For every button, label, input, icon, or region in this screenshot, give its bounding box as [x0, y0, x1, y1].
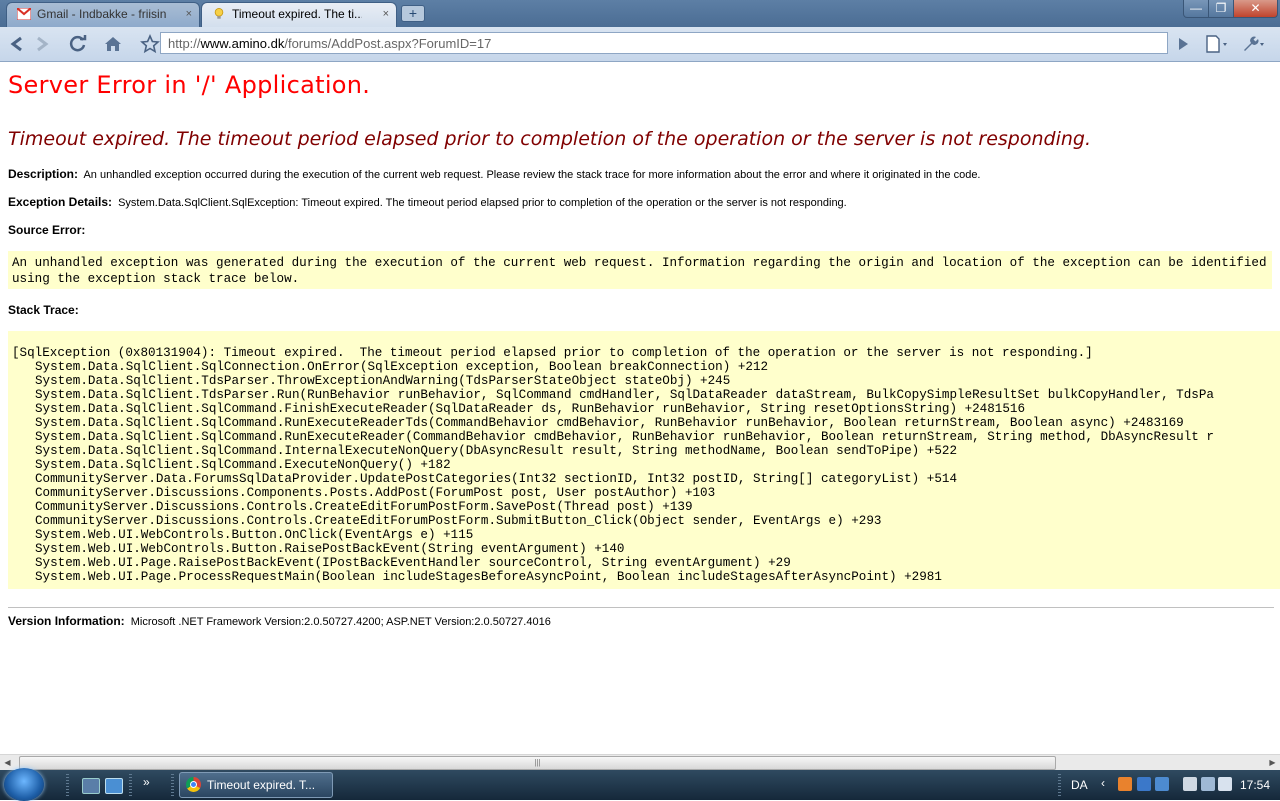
tab-timeout-expired[interactable]: Timeout expired. The ti... × — [201, 2, 397, 27]
close-window-button[interactable]: ✕ — [1233, 0, 1278, 18]
divider — [8, 607, 1274, 608]
stack-trace-row: System.Data.SqlClient.SqlCommand.Interna… — [35, 444, 958, 458]
scroll-left-icon[interactable]: ◀ — [0, 755, 15, 770]
stack-trace-row: CommunityServer.Discussions.Components.P… — [35, 486, 716, 500]
url-scheme: http:// — [168, 36, 201, 51]
stack-trace-row: System.Web.UI.Page.ProcessRequestMain(Bo… — [35, 570, 942, 584]
go-arrow-icon[interactable] — [1172, 33, 1194, 55]
gmail-icon — [17, 8, 31, 20]
stack-trace-box: [SqlException (0x80131904): Timeout expi… — [8, 331, 1280, 589]
description-label: Description: — [8, 167, 79, 181]
stack-trace-label: Stack Trace: — [8, 303, 79, 317]
exception-text: System.Data.SqlClient.SqlException: Time… — [118, 197, 847, 209]
stack-trace-row: System.Data.SqlClient.SqlCommand.RunExec… — [35, 430, 1214, 444]
source-error-line: Source Error: — [8, 223, 88, 237]
minimize-button[interactable]: — — [1183, 0, 1209, 18]
stack-trace-row: System.Web.UI.Page.RaisePostBackEvent(IP… — [35, 556, 791, 570]
close-icon[interactable]: × — [383, 3, 389, 26]
horizontal-scrollbar[interactable]: ◀ ||| ▶ — [0, 754, 1280, 770]
taskbar-grip[interactable] — [171, 774, 174, 796]
page-content: Server Error in '/' Application. Timeout… — [0, 62, 1280, 754]
stack-trace-row: System.Data.SqlClient.SqlCommand.Execute… — [35, 458, 451, 472]
scrollbar-thumb[interactable]: ||| — [19, 756, 1056, 770]
start-button[interactable] — [4, 768, 44, 801]
stack-trace-row: CommunityServer.Discussions.Controls.Cre… — [35, 500, 693, 514]
stack-trace-row: [SqlException (0x80131904): Timeout expi… — [12, 346, 1093, 360]
taskbar-button-label: Timeout expired. T... — [207, 778, 316, 792]
tray-app-icon[interactable] — [1137, 777, 1151, 791]
stack-trace-row: System.Data.SqlClient.SqlCommand.FinishE… — [35, 402, 1026, 416]
forward-arrow-icon[interactable] — [31, 33, 53, 55]
page-menu-icon[interactable] — [1203, 33, 1231, 55]
show-desktop-icon[interactable] — [82, 778, 100, 794]
page-title: Server Error in '/' Application. — [8, 71, 371, 99]
tab-title: Timeout expired. The ti... — [232, 7, 362, 21]
address-bar[interactable]: http://www.amino.dk/forums/AddPost.aspx?… — [160, 32, 1168, 54]
action-center-icon[interactable] — [1183, 777, 1197, 791]
home-icon[interactable] — [102, 33, 124, 55]
url-path: /forums/AddPost.aspx?ForumID=17 — [284, 36, 492, 51]
star-icon[interactable] — [139, 33, 161, 55]
source-error-box: An unhandled exception was generated dur… — [8, 251, 1272, 289]
reload-icon[interactable] — [67, 33, 89, 55]
taskbar-grip[interactable] — [1058, 774, 1061, 796]
lightbulb-icon — [214, 8, 224, 19]
taskbar: » Timeout expired. T... DA ‹ 17:54 — [0, 768, 1280, 801]
taskbar-grip[interactable] — [66, 774, 69, 796]
tab-title: Gmail - Indbakke - friisin... — [37, 7, 167, 21]
stack-trace-row: System.Data.SqlClient.SqlConnection.OnEr… — [35, 360, 769, 374]
tray-app-icon[interactable] — [1155, 777, 1169, 791]
language-indicator[interactable]: DA — [1071, 778, 1088, 792]
error-heading: Timeout expired. The timeout period elap… — [8, 128, 1092, 150]
taskbar-button-chrome[interactable]: Timeout expired. T... — [179, 772, 333, 798]
quicklaunch-more-icon[interactable]: » — [143, 775, 150, 789]
description-line: Description: An unhandled exception occu… — [8, 167, 981, 181]
wrench-icon[interactable] — [1240, 33, 1268, 55]
stack-trace-line: Stack Trace: — [8, 303, 82, 317]
switch-windows-icon[interactable] — [105, 778, 123, 794]
scroll-right-icon[interactable]: ▶ — [1265, 755, 1280, 770]
stack-trace-row: CommunityServer.Discussions.Controls.Cre… — [35, 514, 882, 528]
version-label: Version Information: — [8, 614, 125, 628]
exception-label: Exception Details: — [8, 195, 113, 209]
taskbar-grip[interactable] — [129, 774, 132, 796]
tab-gmail[interactable]: Gmail - Indbakke - friisin... × — [6, 2, 200, 27]
stack-trace-row: System.Data.SqlClient.SqlCommand.RunExec… — [35, 416, 1184, 430]
version-text: Microsoft .NET Framework Version:2.0.507… — [130, 616, 551, 628]
stack-trace-row: System.Web.UI.WebControls.Button.OnClick… — [35, 528, 474, 542]
chrome-icon — [186, 777, 201, 792]
description-text: An unhandled exception occurred during t… — [83, 169, 981, 181]
stack-trace-row: CommunityServer.Data.ForumsSqlDataProvid… — [35, 472, 958, 486]
back-arrow-icon[interactable] — [6, 33, 28, 55]
network-icon[interactable] — [1201, 777, 1215, 791]
maximize-button[interactable]: ❐ — [1208, 0, 1234, 18]
new-tab-button[interactable]: + — [401, 5, 425, 22]
source-error-label: Source Error: — [8, 223, 86, 237]
close-icon[interactable]: × — [186, 3, 192, 26]
volume-icon[interactable] — [1218, 777, 1232, 791]
stack-trace-row: System.Data.SqlClient.TdsParser.Run(RunB… — [35, 388, 1214, 402]
url-host: www.amino.dk — [200, 36, 285, 51]
stack-trace-row: System.Data.SqlClient.TdsParser.ThrowExc… — [35, 374, 731, 388]
taskbar-clock[interactable]: 17:54 — [1240, 778, 1270, 792]
browser-titlebar: Gmail - Indbakke - friisin... × Timeout … — [0, 0, 1280, 27]
stack-trace-row: System.Web.UI.WebControls.Button.RaisePo… — [35, 542, 625, 556]
tray-app-icon[interactable] — [1118, 777, 1132, 791]
version-information-line: Version Information: Microsoft .NET Fram… — [8, 614, 551, 628]
tray-expand-icon[interactable]: ‹ — [1101, 776, 1105, 790]
exception-details-line: Exception Details: System.Data.SqlClient… — [8, 195, 847, 209]
